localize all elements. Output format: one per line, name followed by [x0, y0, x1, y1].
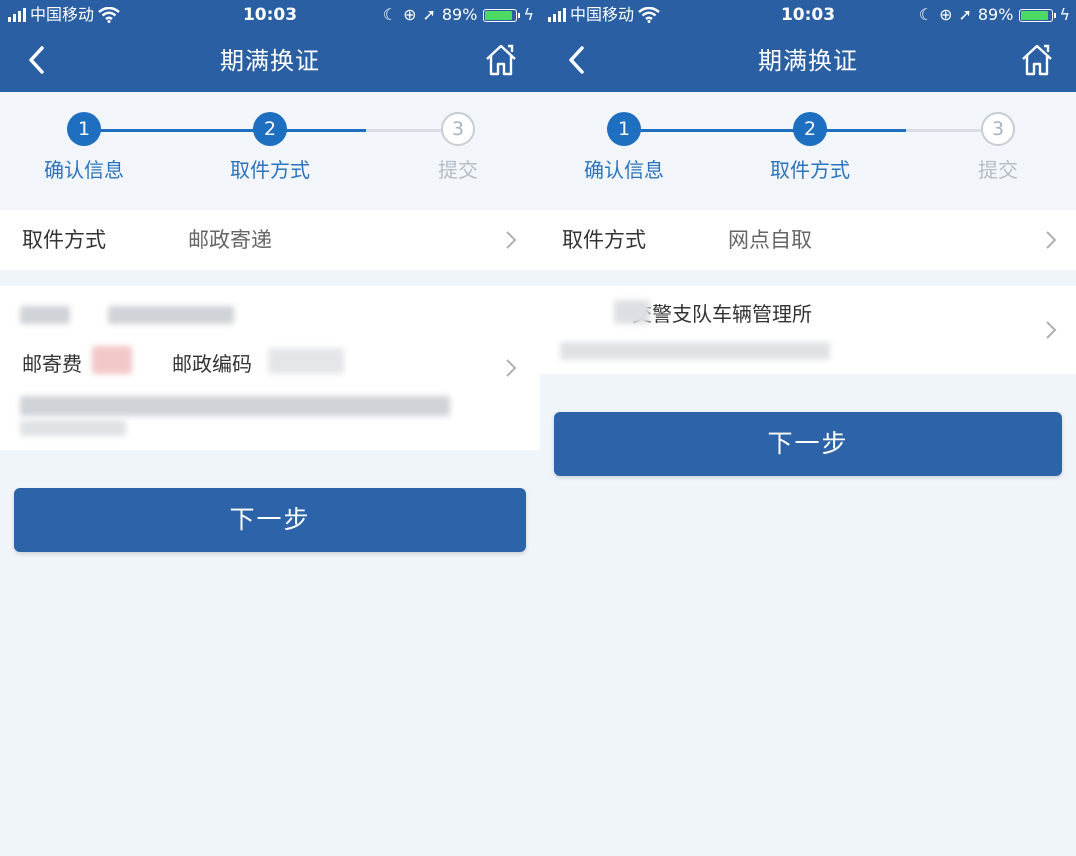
- redacted-name: [20, 306, 70, 324]
- app-header: 中国移动 10:03 ☾ ⊕ ➚ 89% ϟ 期满换证: [540, 0, 1076, 92]
- step-label: 提交: [978, 158, 1018, 182]
- right-screen: 中国移动 10:03 ☾ ⊕ ➚ 89% ϟ 期满换证 1 确认信息 2 取件方…: [540, 0, 1076, 856]
- pickup-method-label: 取件方式: [562, 228, 646, 252]
- next-step-button[interactable]: 下一步: [554, 412, 1062, 476]
- step-label: 提交: [438, 158, 478, 182]
- battery-percent: 89%: [441, 5, 478, 24]
- step-number: 1: [607, 112, 641, 146]
- pickup-method-row[interactable]: 取件方式 网点自取: [540, 210, 1076, 270]
- chevron-right-icon: [506, 231, 517, 249]
- step-number: 2: [253, 112, 287, 146]
- redacted-postcode: [268, 348, 344, 374]
- moon-icon: ☾: [918, 5, 934, 24]
- progress-stepper: 1 确认信息 2 取件方式 3 提交: [0, 92, 540, 210]
- pickup-method-label: 取件方式: [22, 228, 106, 252]
- left-screen: 中国移动 10:03 ☾ ⊕ ➚ 89% ϟ 期满换证 1 确认信息 2 取件方…: [0, 0, 540, 856]
- home-icon[interactable]: [1020, 42, 1054, 78]
- battery-icon: [483, 8, 521, 22]
- step-label: 取件方式: [770, 158, 850, 182]
- chevron-right-icon: [1046, 321, 1057, 339]
- step-1: 1 确认信息: [569, 112, 679, 183]
- rotation-lock-icon: ⊕: [403, 5, 417, 24]
- step-label: 取件方式: [230, 158, 310, 182]
- app-header: 中国移动 10:03 ☾ ⊕ ➚ 89% ϟ 期满换证: [0, 0, 540, 92]
- step-label: 确认信息: [584, 158, 664, 182]
- redacted-phone: [108, 306, 234, 324]
- charging-icon: ϟ: [523, 5, 534, 24]
- page-title: 期满换证: [220, 47, 320, 75]
- redacted-office-prefix: [614, 300, 650, 324]
- rotation-lock-icon: ⊕: [939, 5, 953, 24]
- step-2: 2 取件方式: [215, 112, 325, 183]
- redacted-postage: [92, 346, 132, 374]
- pickup-method-value: 邮政寄递: [188, 228, 272, 252]
- pickup-method-value: 网点自取: [728, 228, 812, 252]
- step-3: 3 提交: [403, 112, 513, 183]
- next-step-button[interactable]: 下一步: [14, 488, 526, 552]
- step-number: 1: [67, 112, 101, 146]
- status-bar: 中国移动 10:03 ☾ ⊕ ➚ 89% ϟ: [0, 0, 540, 30]
- pickup-method-row[interactable]: 取件方式 邮政寄递: [0, 210, 540, 270]
- step-number: 3: [981, 112, 1015, 146]
- step-1: 1 确认信息: [29, 112, 139, 183]
- step-number: 3: [441, 112, 475, 146]
- redacted-address-line2: [20, 420, 126, 436]
- page-title: 期满换证: [758, 47, 858, 75]
- step-3: 3 提交: [943, 112, 1053, 183]
- pickup-office-card[interactable]: 交警支队车辆管理所: [540, 286, 1076, 374]
- step-number: 2: [793, 112, 827, 146]
- home-icon[interactable]: [484, 42, 518, 78]
- progress-stepper: 1 确认信息 2 取件方式 3 提交: [540, 92, 1076, 210]
- redacted-office-address: [560, 342, 830, 360]
- chevron-right-icon: [506, 359, 517, 377]
- location-icon: ➚: [422, 5, 436, 24]
- status-bar: 中国移动 10:03 ☾ ⊕ ➚ 89% ϟ: [540, 0, 1076, 30]
- charging-icon: ϟ: [1059, 5, 1070, 24]
- step-2: 2 取件方式: [755, 112, 865, 183]
- postage-label: 邮寄费: [22, 352, 82, 376]
- postcode-label: 邮政编码: [172, 352, 252, 376]
- location-icon: ➚: [958, 5, 972, 24]
- redacted-address: [20, 396, 450, 416]
- moon-icon: ☾: [382, 5, 398, 24]
- battery-percent: 89%: [977, 5, 1014, 24]
- address-card[interactable]: 邮寄费 邮政编码: [0, 286, 540, 450]
- step-label: 确认信息: [44, 158, 124, 182]
- battery-icon: [1019, 8, 1057, 22]
- chevron-right-icon: [1046, 231, 1057, 249]
- office-name: 交警支队车辆管理所: [632, 302, 812, 326]
